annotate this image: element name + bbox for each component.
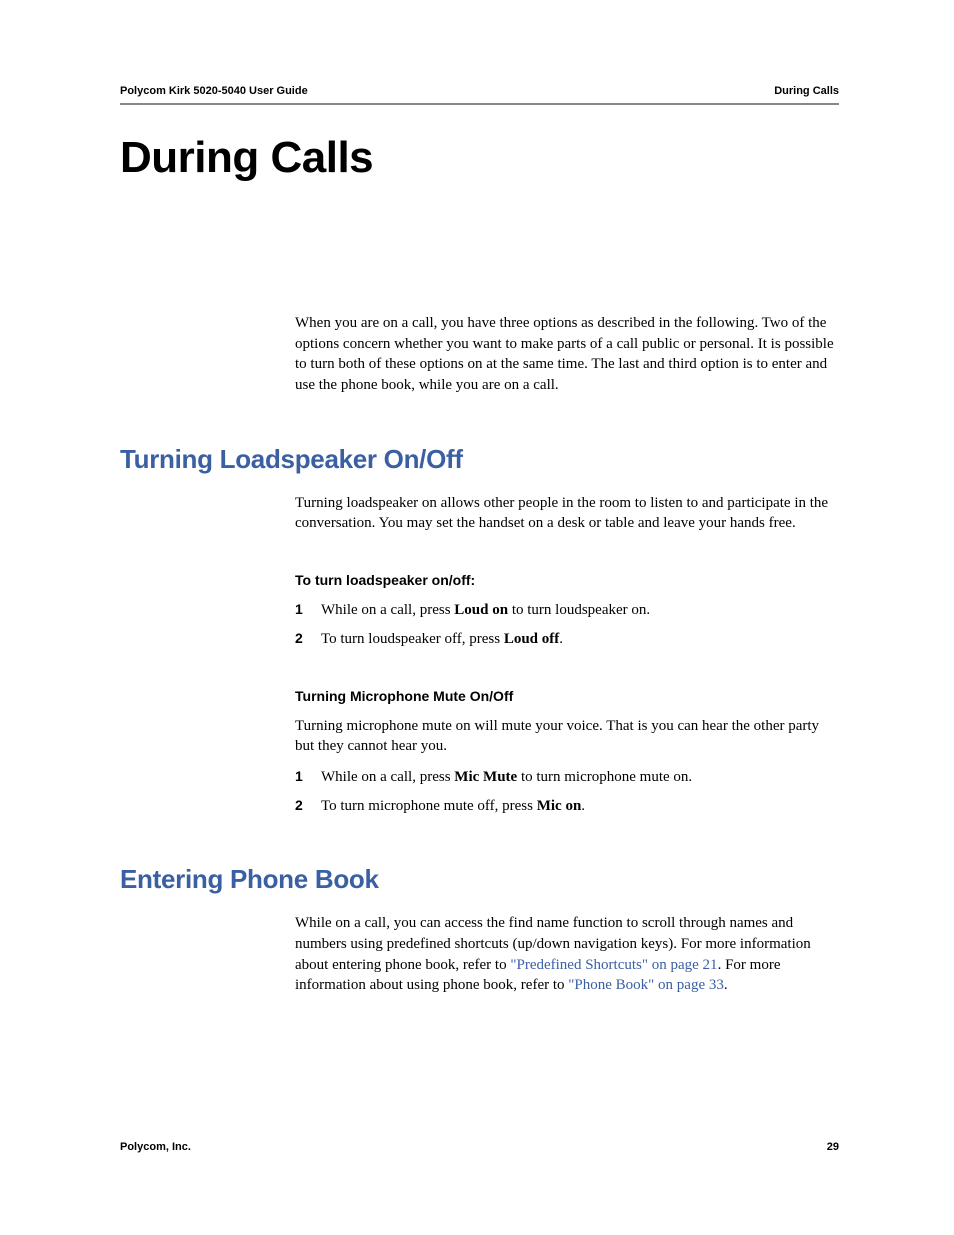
link-predefined-shortcuts[interactable]: "Predefined Shortcuts" on page 21 (510, 957, 717, 973)
mic-mute-steps: 1 While on a call, press Mic Mute to tur… (295, 767, 839, 816)
page-footer: Polycom, Inc. 29 (120, 1141, 839, 1153)
list-item: 2 To turn loudspeaker off, press Loud of… (295, 629, 839, 650)
link-phone-book[interactable]: "Phone Book" on page 33 (568, 977, 724, 993)
section-phone-book: Entering Phone Book While on a call, you… (120, 864, 839, 996)
step-number: 1 (295, 767, 321, 788)
step-text: While on a call, press Mic Mute to turn … (321, 767, 839, 788)
mic-mute-paragraph: Turning microphone mute on will mute you… (295, 716, 839, 757)
loadspeaker-paragraph: Turning loadspeaker on allows other peop… (295, 493, 839, 534)
list-item: 2 To turn microphone mute off, press Mic… (295, 796, 839, 817)
step-text: To turn loudspeaker off, press Loud off. (321, 629, 839, 650)
header-right: During Calls (774, 85, 839, 97)
chapter-title: During Calls (120, 133, 839, 183)
footer-page-number: 29 (827, 1141, 839, 1153)
header-rule (120, 103, 839, 105)
section-heading-loadspeaker: Turning Loadspeaker On/Off (120, 444, 839, 475)
footer-left: Polycom, Inc. (120, 1141, 191, 1153)
header-left: Polycom Kirk 5020-5040 User Guide (120, 85, 308, 97)
page-header: Polycom Kirk 5020-5040 User Guide During… (120, 85, 839, 97)
sub-heading-turn-loadspeaker: To turn loadspeaker on/off: (295, 572, 839, 588)
loadspeaker-steps: 1 While on a call, press Loud on to turn… (295, 600, 839, 649)
list-item: 1 While on a call, press Loud on to turn… (295, 600, 839, 621)
step-text: While on a call, press Loud on to turn l… (321, 600, 839, 621)
phone-book-paragraph: While on a call, you can access the find… (295, 913, 839, 996)
step-number: 2 (295, 629, 321, 650)
section-loadspeaker: Turning Loadspeaker On/Off Turning loads… (120, 444, 839, 817)
intro-paragraph: When you are on a call, you have three o… (295, 313, 839, 396)
step-text: To turn microphone mute off, press Mic o… (321, 796, 839, 817)
step-number: 1 (295, 600, 321, 621)
step-number: 2 (295, 796, 321, 817)
section-heading-phone-book: Entering Phone Book (120, 864, 839, 895)
sub-heading-mic-mute: Turning Microphone Mute On/Off (295, 688, 839, 704)
list-item: 1 While on a call, press Mic Mute to tur… (295, 767, 839, 788)
